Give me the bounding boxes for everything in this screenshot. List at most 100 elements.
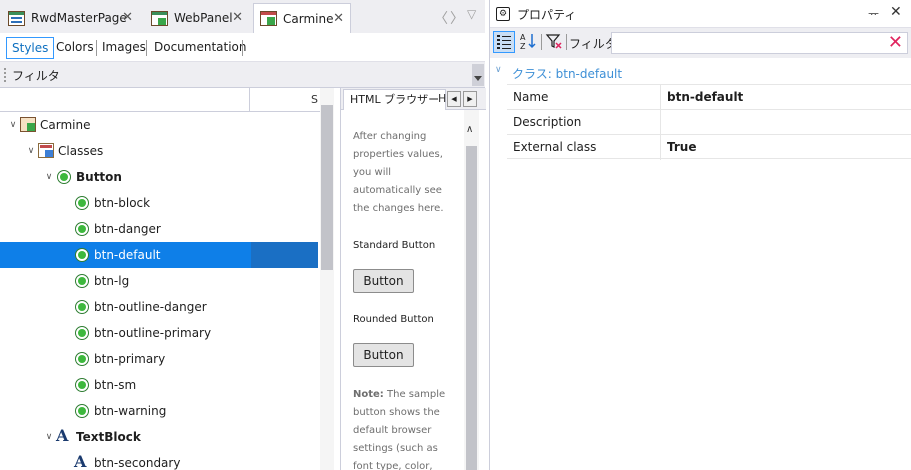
close-icon[interactable]: ✕ <box>890 4 902 20</box>
tree-node-btn-lg[interactable]: btn-lg <box>0 268 318 294</box>
filter-label[interactable]: フィルタ <box>12 67 60 84</box>
property-value[interactable]: btn-default <box>667 90 743 104</box>
tree-node-label: Classes <box>58 144 104 158</box>
tab-separator <box>242 40 243 56</box>
class-radio-icon <box>74 351 90 367</box>
document-tab-bar: RwdMasterPage ✕ WebPanel ✕ Carmine ✕ 〈 〉… <box>0 0 485 33</box>
categorized-view-icon[interactable] <box>493 31 515 53</box>
chevron-up-icon[interactable]: ∧ <box>466 124 473 135</box>
property-key: External class <box>513 140 597 154</box>
tree-node-label: btn-sm <box>94 378 137 392</box>
tab-webpanel[interactable]: WebPanel ✕ <box>145 3 249 33</box>
tab-label: WebPanel <box>174 11 233 25</box>
selection-highlight <box>251 242 318 268</box>
chevron-down-icon[interactable]: ∨ <box>24 146 38 156</box>
scrollbar-thumb[interactable] <box>321 105 333 270</box>
tree-node-textblock[interactable]: ∨ A TextBlock <box>0 424 318 450</box>
toolbar-grip-icon[interactable] <box>4 68 6 82</box>
chevron-down-icon[interactable]: ∨ <box>42 172 56 182</box>
properties-title-bar: ⚙ プロパティ ᅲ ✕ <box>490 0 911 28</box>
column-header-name[interactable] <box>0 88 250 112</box>
property-filter-input[interactable]: ✕ <box>611 32 908 54</box>
property-row-external-class[interactable]: External class True <box>507 134 911 160</box>
tree-node-btn-warning[interactable]: btn-warning <box>0 398 318 424</box>
tree-node-btn-default[interactable]: btn-default <box>0 242 318 268</box>
tab-html-browser[interactable]: HTML ブラウザー <box>343 89 447 110</box>
filter-icon[interactable] <box>543 31 565 53</box>
property-key: Description <box>513 115 582 129</box>
tree-node-label: Button <box>76 170 122 184</box>
property-category-row[interactable]: ∨ クラス: btn-default <box>490 60 911 84</box>
theme-icon <box>20 117 36 133</box>
html-browser-panel: HTML ブラウザー H ◀ ▶ After changing properti… <box>340 88 486 470</box>
filter-bar: フィルタ <box>0 62 485 88</box>
tab-rwdmasterpage[interactable]: RwdMasterPage ✕ <box>2 3 139 33</box>
tab-list-dropdown-icon[interactable]: ▽ <box>467 7 476 21</box>
properties-toolbar: AZ フィルタ ✕ <box>490 28 911 58</box>
svg-text:Z: Z <box>520 42 526 51</box>
preview-note-text: Note: The sample button shows the defaul… <box>353 389 446 470</box>
tree-scrollbar[interactable] <box>320 88 334 470</box>
clear-filter-icon[interactable]: ✕ <box>888 32 903 53</box>
chevron-down-icon[interactable]: ∨ <box>6 120 20 130</box>
property-value[interactable]: True <box>667 140 696 154</box>
tab-images[interactable]: Images <box>97 37 151 59</box>
tab-colors[interactable]: Colors <box>51 37 99 59</box>
properties-icon: ⚙ <box>496 7 510 21</box>
filter-dropdown-button[interactable] <box>472 64 484 86</box>
close-icon[interactable]: ✕ <box>122 10 133 25</box>
tree-node-btn-danger[interactable]: btn-danger <box>0 216 318 242</box>
theme-icon <box>260 11 277 26</box>
preview-scrollbar[interactable]: ∧ <box>464 110 479 470</box>
tree-node-label: btn-primary <box>94 352 166 366</box>
property-category-label: クラス: btn-default <box>512 67 623 81</box>
tab-styles[interactable]: Styles <box>6 37 55 59</box>
pin-icon[interactable]: ᅲ <box>868 5 879 22</box>
property-row-description[interactable]: Description <box>507 109 911 135</box>
tab-label: Carmine <box>283 11 334 26</box>
close-icon[interactable]: ✕ <box>232 10 243 25</box>
scrollbar-thumb[interactable] <box>466 146 477 470</box>
class-radio-icon <box>74 377 90 393</box>
close-icon[interactable]: ✕ <box>333 11 344 26</box>
tree-node-btn-sm[interactable]: btn-sm <box>0 372 318 398</box>
toolbar-separator <box>541 34 542 50</box>
tree-node-classes[interactable]: ∨ Classes <box>0 138 318 164</box>
standard-sample-button[interactable]: Button <box>353 269 414 293</box>
filter-label: フィルタ <box>569 37 617 51</box>
rounded-sample-button[interactable]: Button <box>353 343 414 367</box>
preview-tab-bar: HTML ブラウザー H ◀ ▶ <box>341 88 486 110</box>
tab-documentation[interactable]: Documentation <box>149 37 252 59</box>
grid-divider <box>660 110 661 135</box>
tab-carmine[interactable]: Carmine ✕ <box>253 3 351 33</box>
chevron-left-icon[interactable]: ◀ <box>447 91 461 107</box>
chevron-down-icon[interactable]: ∨ <box>42 432 56 442</box>
tab-second-preview[interactable]: H <box>438 92 446 105</box>
theme-editor-panel: RwdMasterPage ✕ WebPanel ✕ Carmine ✕ 〈 〉… <box>0 0 486 470</box>
web-layout-icon <box>8 10 25 26</box>
column-header-second[interactable]: S <box>311 93 318 106</box>
preview-content: After changing properties values, you wi… <box>341 110 463 470</box>
class-radio-icon <box>74 299 90 315</box>
chevron-right-icon[interactable]: ▶ <box>463 91 477 107</box>
property-key: Name <box>513 90 549 104</box>
chevron-left-icon[interactable]: 〈 <box>434 8 448 28</box>
tree-node-btn-secondary[interactable]: A btn-secondary <box>0 450 318 470</box>
tree-column-header: S <box>0 88 320 112</box>
tree-node-carmine[interactable]: ∨ Carmine <box>0 112 318 138</box>
class-radio-icon <box>74 195 90 211</box>
tree-node-btn-block[interactable]: btn-block <box>0 190 318 216</box>
property-row-name[interactable]: Name btn-default <box>507 84 911 110</box>
tree-node-btn-primary[interactable]: btn-primary <box>0 346 318 372</box>
web-panel-icon <box>151 10 168 26</box>
alphabetical-sort-icon[interactable]: AZ <box>517 31 539 53</box>
preview-intro-text: After changing properties values, you wi… <box>353 131 444 214</box>
tree-node-btn-outline-danger[interactable]: btn-outline-danger <box>0 294 318 320</box>
textblock-icon: A <box>74 452 87 470</box>
tab-label: RwdMasterPage <box>31 11 127 25</box>
tree-node-button[interactable]: ∨ Button <box>0 164 318 190</box>
chevron-right-icon[interactable]: 〉 <box>450 8 464 28</box>
tree-node-btn-outline-primary[interactable]: btn-outline-primary <box>0 320 318 346</box>
svg-text:A: A <box>520 33 526 42</box>
chevron-down-icon[interactable]: ∨ <box>495 65 502 75</box>
